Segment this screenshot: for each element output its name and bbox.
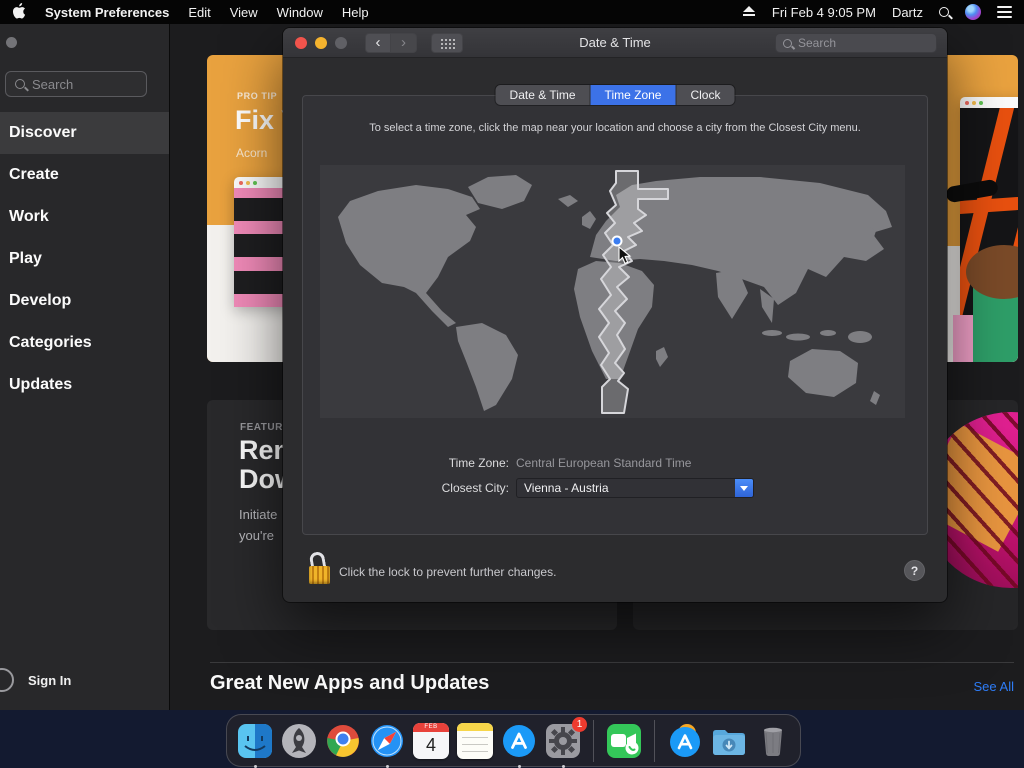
chevron-down-icon bbox=[740, 485, 748, 491]
safari-icon bbox=[371, 724, 403, 757]
notes-icon bbox=[457, 722, 493, 759]
dock: FEB 4 1 bbox=[226, 714, 801, 768]
section-divider bbox=[210, 662, 1014, 663]
notification-center-icon[interactable] bbox=[997, 6, 1012, 18]
sidebar-item-create[interactable]: Create bbox=[0, 154, 169, 196]
sidebar-item-discover[interactable]: Discover bbox=[0, 112, 169, 154]
finder-icon bbox=[238, 723, 272, 758]
title-bar[interactable]: ‹ › Date & Time Search bbox=[283, 28, 947, 58]
app-store-sidebar: Search Discover Create Work Play Develop… bbox=[0, 24, 170, 710]
menu-bar: System Preferences Edit View Window Help… bbox=[0, 0, 1024, 24]
siri-icon[interactable] bbox=[965, 4, 981, 20]
menu-app-name[interactable]: System Preferences bbox=[45, 5, 169, 20]
dock-item-app-store[interactable] bbox=[499, 721, 539, 768]
sidebar-item-develop[interactable]: Develop bbox=[0, 280, 169, 322]
search-placeholder: Search bbox=[32, 76, 74, 92]
see-all-link[interactable]: See All bbox=[974, 679, 1014, 694]
applications-stack-icon bbox=[670, 723, 700, 757]
eject-icon[interactable] bbox=[742, 5, 756, 20]
help-button[interactable]: ? bbox=[904, 560, 925, 581]
search-icon bbox=[783, 38, 792, 48]
trash-icon bbox=[764, 727, 782, 756]
dock-item-calendar[interactable]: FEB 4 bbox=[411, 721, 451, 761]
sidebar-item-updates[interactable]: Updates bbox=[0, 364, 169, 406]
sidebar-item-play[interactable]: Play bbox=[0, 238, 169, 280]
closest-city-label: Closest City: bbox=[441, 481, 509, 495]
dock-item-facetime[interactable] bbox=[604, 721, 644, 761]
apple-menu-icon[interactable] bbox=[12, 2, 26, 22]
tab-bar: Date & Time Time Zone Clock bbox=[495, 85, 735, 105]
dock-separator bbox=[593, 719, 594, 762]
card-body-line2: you're bbox=[239, 528, 275, 543]
card-body-line1: Initiate bbox=[239, 507, 278, 522]
show-all-button[interactable] bbox=[431, 32, 463, 53]
closest-city-value: Vienna - Austria bbox=[524, 481, 609, 495]
dock-item-finder[interactable] bbox=[235, 721, 275, 768]
date-time-window: ‹ › Date & Time Search Date & Time Time … bbox=[283, 28, 947, 602]
sidebar-item-work[interactable]: Work bbox=[0, 196, 169, 238]
card-eyebrow: PRO TIP bbox=[237, 91, 278, 101]
card-subtitle: Acorn bbox=[236, 146, 268, 160]
lock-button[interactable] bbox=[308, 550, 335, 588]
back-button[interactable]: ‹ bbox=[365, 32, 391, 53]
sidebar-nav: Discover Create Work Play Develop Catego… bbox=[0, 112, 169, 406]
calendar-month: FEB bbox=[413, 722, 449, 732]
window-search-input[interactable]: Search bbox=[775, 33, 937, 53]
dock-item-launchpad[interactable] bbox=[279, 721, 319, 761]
lock-text: Click the lock to prevent further change… bbox=[339, 565, 557, 579]
location-pin bbox=[611, 235, 623, 247]
menu-edit[interactable]: Edit bbox=[188, 5, 210, 20]
sign-in-label: Sign In bbox=[28, 672, 72, 688]
time-zone-row: Time Zone: Central European Standard Tim… bbox=[323, 456, 692, 470]
time-zone-value: Central European Standard Time bbox=[516, 456, 692, 470]
timezone-map[interactable] bbox=[320, 165, 905, 418]
close-button[interactable] bbox=[295, 36, 307, 49]
launchpad-rocket-icon bbox=[282, 723, 316, 758]
notification-badge: 1 bbox=[572, 716, 587, 732]
menu-window[interactable]: Window bbox=[277, 5, 323, 20]
menu-clock[interactable]: Fri Feb 4 9:05 PM bbox=[772, 5, 876, 20]
closest-city-row: Closest City: Vienna - Austria bbox=[323, 478, 754, 498]
calendar-day: 4 bbox=[425, 734, 436, 755]
closest-city-dropdown[interactable]: Vienna - Austria bbox=[516, 478, 754, 498]
dock-item-trash[interactable] bbox=[753, 721, 793, 761]
dropdown-button[interactable] bbox=[735, 479, 753, 497]
dock-separator bbox=[654, 719, 655, 762]
search-placeholder: Search bbox=[798, 36, 837, 50]
time-zone-label: Time Zone: bbox=[448, 456, 509, 470]
menu-view[interactable]: View bbox=[230, 5, 258, 20]
dock-item-chrome[interactable] bbox=[323, 721, 363, 761]
zoom-button-disabled bbox=[335, 36, 347, 49]
instruction-text: To select a time zone, click the map nea… bbox=[369, 122, 861, 134]
downloads-folder-icon bbox=[713, 729, 745, 755]
tab-time-zone[interactable]: Time Zone bbox=[590, 85, 677, 105]
dock-item-notes[interactable] bbox=[455, 721, 495, 761]
world-map-graphic bbox=[338, 170, 892, 414]
dock-item-safari[interactable] bbox=[367, 721, 407, 768]
menu-user[interactable]: Dartz bbox=[892, 5, 923, 20]
spotlight-search-icon[interactable] bbox=[939, 7, 949, 17]
calendar-icon: FEB 4 bbox=[413, 722, 449, 759]
search-icon bbox=[15, 79, 25, 89]
sidebar-search-input[interactable]: Search bbox=[5, 71, 147, 97]
menu-help[interactable]: Help bbox=[342, 5, 369, 20]
sidebar-item-categories[interactable]: Categories bbox=[0, 322, 169, 364]
facetime-icon bbox=[607, 723, 641, 758]
chrome-icon bbox=[327, 724, 359, 757]
sign-in-button[interactable]: Sign In bbox=[0, 668, 71, 692]
lock-body-icon bbox=[309, 566, 330, 584]
dock-item-downloads[interactable] bbox=[709, 721, 749, 761]
section-heading: Great New Apps and Updates bbox=[210, 672, 490, 694]
window-control-dot[interactable] bbox=[6, 37, 17, 48]
app-store-icon bbox=[503, 724, 535, 757]
dock-item-applications[interactable] bbox=[665, 721, 705, 761]
tab-clock[interactable]: Clock bbox=[676, 85, 735, 105]
forward-button: › bbox=[391, 32, 417, 53]
tab-date-time[interactable]: Date & Time bbox=[495, 85, 591, 105]
minimize-button[interactable] bbox=[315, 36, 327, 49]
dock-item-system-preferences[interactable]: 1 bbox=[543, 716, 587, 768]
person-icon bbox=[0, 668, 14, 692]
